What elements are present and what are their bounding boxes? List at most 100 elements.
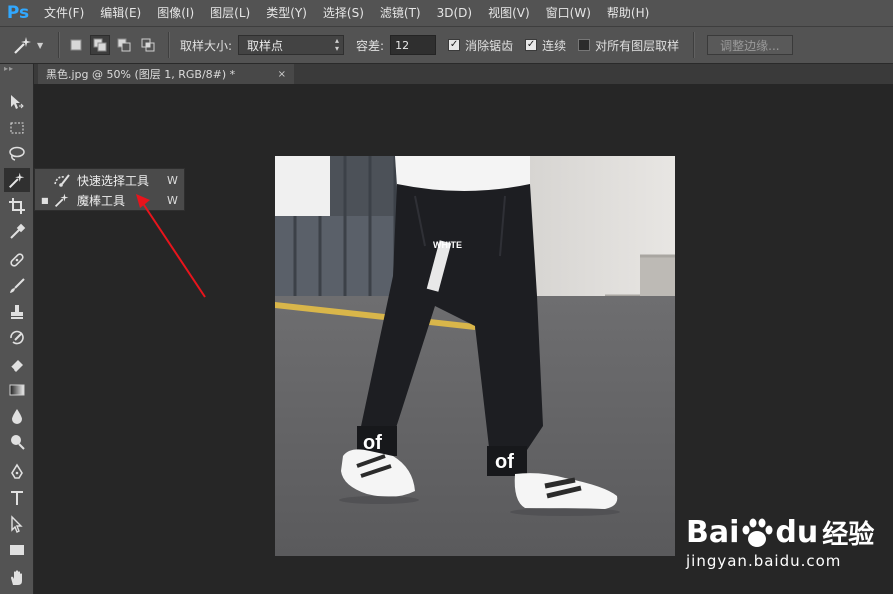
quick-selection-icon	[53, 172, 71, 191]
annotation-arrow	[136, 194, 206, 298]
menu-file[interactable]: 文件(F)	[36, 0, 92, 26]
magic-wand-icon	[9, 172, 25, 188]
checkmark-icon: ✓	[525, 39, 538, 51]
close-icon[interactable]: ×	[278, 69, 286, 80]
add-selection-icon	[93, 38, 107, 52]
updown-arrows-icon: ▴ ▾	[335, 36, 340, 53]
subtract-selection-icon	[117, 38, 131, 52]
shortcut-key: W	[167, 173, 178, 187]
eraser-tool[interactable]	[4, 352, 30, 376]
sample-all-layers-checkbox[interactable]: 对所有图层取样	[578, 37, 679, 54]
tolerance-input[interactable]: 12	[390, 35, 437, 55]
history-brush-tool[interactable]	[4, 326, 30, 350]
sample-all-layers-label: 对所有图层取样	[595, 38, 680, 53]
healing-brush-tool[interactable]	[4, 248, 30, 272]
refine-edge-button[interactable]: 调整边缘...	[707, 35, 793, 55]
menu-bar: Ps 文件(F) 编辑(E) 图像(I) 图层(L) 类型(Y) 选择(S) 滤…	[0, 0, 893, 26]
photoshop-logo: Ps	[6, 3, 30, 23]
tool-preset-picker[interactable]: ▼	[12, 30, 52, 60]
menu-edit[interactable]: 编辑(E)	[92, 0, 149, 26]
move-icon	[11, 95, 24, 109]
watermark-brand-suffix: du	[775, 515, 819, 550]
path-selection-icon	[11, 515, 23, 533]
menu-layer[interactable]: 图层(L)	[202, 0, 258, 26]
flyout-item-quick-selection[interactable]: 快速选择工具 W	[35, 170, 186, 190]
new-selection-icon	[70, 39, 82, 51]
tools-panel: ▸▸	[0, 64, 34, 594]
type-icon	[11, 491, 23, 505]
baidu-watermark: Bai du 经验 jingyan.baidu.com	[686, 500, 886, 580]
watermark-site-label: 经验	[822, 520, 875, 550]
new-selection-button[interactable]	[66, 35, 86, 55]
options-bar: ▼ 取样大小: 取样点 ▴ ▾ 容差: 12 ✓ 消除锯齿 ✓ 连续 对所有图层取…	[0, 26, 893, 64]
contiguous-label: 连续	[542, 38, 567, 53]
menu-select[interactable]: 选择(S)	[315, 0, 372, 26]
add-to-selection-button[interactable]	[90, 35, 110, 55]
unchecked-box-icon	[578, 39, 591, 51]
eyedropper-icon	[10, 223, 26, 239]
document-tab-bar: 黑色.jpg @ 50% (图层 1, RGB/8#) * ×	[34, 64, 893, 84]
chevron-down-icon: ▼	[37, 40, 44, 50]
menu-help[interactable]: 帮助(H)	[599, 0, 657, 26]
cuff-logo-right: of	[495, 451, 514, 473]
blur-tool[interactable]	[4, 404, 30, 428]
pen-tool[interactable]	[4, 460, 30, 484]
path-selection-tool[interactable]	[4, 512, 30, 536]
crop-tool[interactable]	[4, 194, 30, 218]
marquee-tool[interactable]	[4, 116, 30, 140]
healing-brush-icon	[10, 253, 24, 267]
crop-icon	[9, 198, 25, 214]
document-tab[interactable]: 黑色.jpg @ 50% (图层 1, RGB/8#) * ×	[38, 64, 294, 84]
menu-image[interactable]: 图像(I)	[149, 0, 202, 26]
blur-icon	[12, 409, 22, 424]
menu-filter[interactable]: 滤镜(T)	[372, 0, 429, 26]
selected-bullet-icon: ■	[41, 195, 49, 205]
magic-wand-icon	[14, 37, 31, 54]
marquee-icon	[10, 122, 24, 134]
brush-icon	[10, 278, 25, 293]
clone-stamp-tool[interactable]	[4, 300, 30, 324]
hand-tool[interactable]	[4, 566, 30, 590]
menu-type[interactable]: 类型(Y)	[258, 0, 315, 26]
dodge-icon	[11, 435, 25, 450]
gradient-icon	[9, 384, 25, 396]
antialias-checkbox[interactable]: ✓ 消除锯齿	[448, 37, 513, 54]
antialias-label: 消除锯齿	[465, 38, 514, 53]
type-tool[interactable]	[4, 486, 30, 510]
magic-wand-tool[interactable]	[4, 168, 30, 192]
menu-view[interactable]: 视图(V)	[480, 0, 538, 26]
subtract-selection-button[interactable]	[114, 35, 134, 55]
intersect-selection-button[interactable]	[138, 35, 158, 55]
panel-grip[interactable]: ▸▸	[0, 64, 33, 74]
checkmark-icon: ✓	[448, 39, 461, 51]
divider	[58, 32, 60, 58]
tolerance-label: 容差:	[356, 38, 385, 53]
rectangle-tool[interactable]	[4, 538, 30, 562]
intersect-selection-icon	[141, 38, 155, 52]
sample-size-select[interactable]: 取样点 ▴ ▾	[238, 35, 345, 55]
dodge-tool[interactable]	[4, 430, 30, 454]
clone-stamp-icon	[11, 305, 23, 319]
contiguous-checkbox[interactable]: ✓ 连续	[525, 37, 566, 54]
kids-pants-photo: WHITE of of	[275, 156, 675, 556]
watermark-url: jingyan.baidu.com	[686, 552, 842, 570]
gradient-tool[interactable]	[4, 378, 30, 402]
watermark-brand: Bai	[686, 515, 740, 550]
menu-3d[interactable]: 3D(D)	[429, 0, 480, 26]
history-brush-icon	[10, 330, 24, 345]
sample-size-value: 取样点	[247, 38, 284, 53]
rectangle-icon	[10, 545, 24, 555]
baidu-logo: Bai du 经验	[686, 514, 874, 551]
move-tool[interactable]	[4, 90, 30, 114]
document-title: 黑色.jpg @ 50% (图层 1, RGB/8#) *	[46, 68, 236, 81]
pants-print-text: WHITE	[433, 240, 462, 250]
menu-window[interactable]: 窗口(W)	[538, 0, 599, 26]
brush-tool[interactable]	[4, 274, 30, 298]
lasso-icon	[9, 146, 25, 161]
flyout-label: 魔棒工具	[77, 193, 126, 208]
magic-wand-icon	[53, 192, 71, 211]
eyedropper-tool[interactable]	[4, 220, 30, 244]
sample-size-label: 取样大小:	[180, 38, 233, 53]
lasso-tool[interactable]	[4, 142, 30, 166]
canvas-image[interactable]: WHITE of of	[275, 156, 675, 556]
